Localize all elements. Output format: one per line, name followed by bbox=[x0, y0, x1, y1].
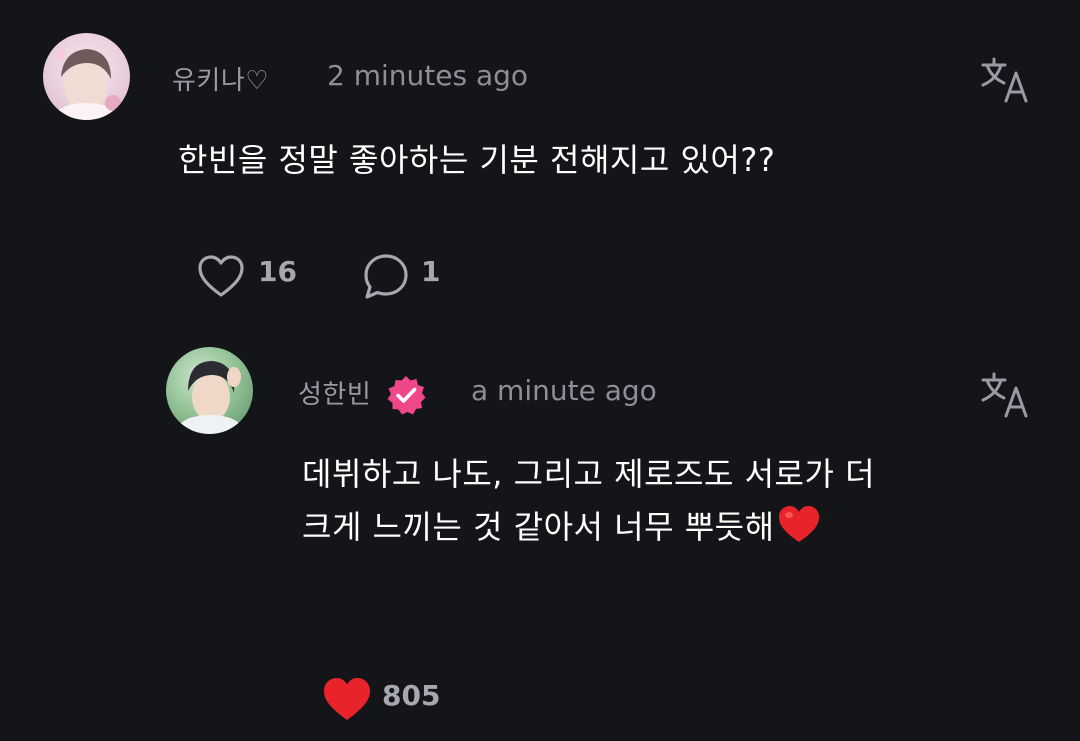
translate-icon[interactable] bbox=[977, 55, 1031, 105]
reply-bubble-icon[interactable] bbox=[362, 252, 410, 300]
comment-timestamp: a minute ago bbox=[471, 374, 657, 407]
like-heart-icon[interactable] bbox=[197, 254, 245, 298]
comment-body: 한빈을 정말 좋아하는 기분 전해지고 있어?? bbox=[178, 141, 776, 179]
user-avatar-image bbox=[53, 49, 121, 120]
liked-heart-icon[interactable] bbox=[322, 676, 372, 722]
like-count: 16 bbox=[258, 255, 297, 288]
reply-count: 1 bbox=[421, 255, 441, 288]
translate-icon[interactable] bbox=[977, 370, 1031, 420]
comment-body: 데뷔하고 나도, 그리고 제로즈도 서로가 더 크게 느끼는 것 같아서 너무 … bbox=[302, 448, 912, 554]
red-heart-emoji bbox=[777, 504, 821, 544]
user-avatar-image bbox=[174, 361, 246, 434]
avatar-seonghanbin[interactable] bbox=[166, 347, 253, 434]
avatar-yukina[interactable] bbox=[43, 33, 130, 120]
verified-badge-icon bbox=[386, 375, 426, 415]
comment-timestamp: 2 minutes ago bbox=[327, 59, 529, 92]
comment-username[interactable]: 성한빈 bbox=[298, 374, 371, 411]
comment-username[interactable]: 유키나♡ bbox=[172, 60, 269, 97]
like-count: 805 bbox=[382, 679, 441, 712]
